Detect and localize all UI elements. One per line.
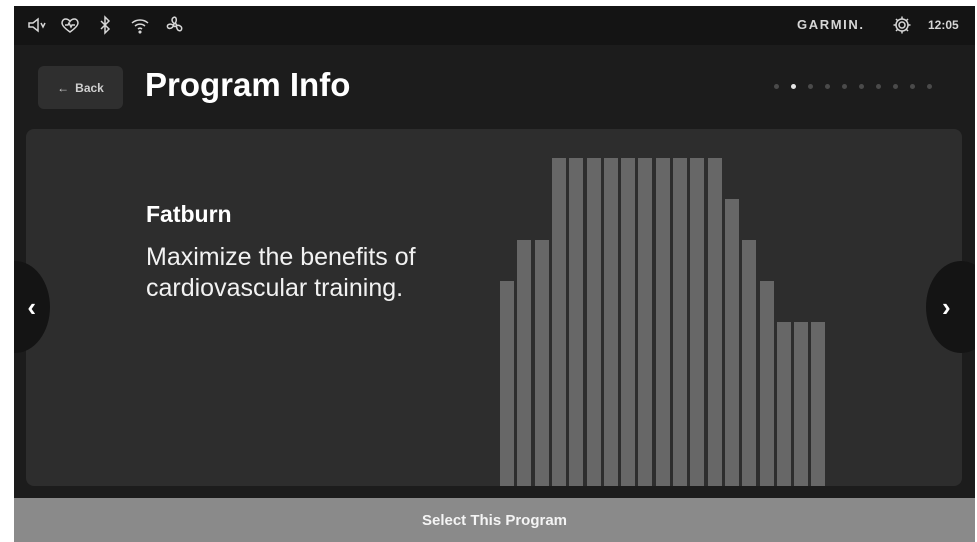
profile-bar bbox=[742, 240, 757, 486]
page-dot bbox=[910, 84, 915, 89]
app-screen: GARMIN. 12:05 ← Back Program Info Fatbur… bbox=[14, 6, 975, 542]
workout-profile-chart bbox=[26, 129, 962, 486]
profile-bar bbox=[690, 158, 705, 486]
page-dot bbox=[791, 84, 796, 89]
back-button[interactable]: ← Back bbox=[38, 66, 123, 109]
select-program-button[interactable]: Select This Program bbox=[14, 498, 975, 542]
status-bar: GARMIN. 12:05 bbox=[14, 6, 975, 45]
page-dot bbox=[774, 84, 779, 89]
clock: 12:05 bbox=[928, 18, 959, 32]
bluetooth-icon[interactable] bbox=[94, 14, 116, 36]
fan-icon[interactable] bbox=[164, 14, 186, 36]
profile-bar bbox=[655, 158, 670, 486]
page-dot bbox=[876, 84, 881, 89]
speaker-icon[interactable] bbox=[26, 14, 48, 36]
profile-bar bbox=[569, 158, 584, 486]
profile-bar bbox=[794, 322, 809, 486]
page-indicator bbox=[774, 84, 932, 89]
profile-bar bbox=[621, 158, 636, 486]
profile-bar bbox=[724, 199, 739, 486]
brand-logo: GARMIN. bbox=[797, 17, 865, 32]
profile-bar bbox=[551, 158, 566, 486]
profile-bar bbox=[811, 322, 826, 486]
profile-bar bbox=[638, 158, 653, 486]
page-dot bbox=[825, 84, 830, 89]
profile-bar bbox=[776, 322, 791, 486]
profile-bar bbox=[603, 158, 618, 486]
page-title: Program Info bbox=[145, 66, 351, 103]
profile-bar bbox=[586, 158, 601, 486]
profile-bar bbox=[534, 240, 549, 486]
page-dot bbox=[842, 84, 847, 89]
profile-bar bbox=[500, 281, 514, 486]
page-dot bbox=[859, 84, 864, 89]
profile-bar bbox=[517, 240, 532, 486]
profile-bar bbox=[759, 281, 774, 486]
page-dot bbox=[808, 84, 813, 89]
wifi-icon[interactable] bbox=[129, 14, 151, 36]
page-dot bbox=[927, 84, 932, 89]
back-label: Back bbox=[75, 80, 104, 95]
profile-bar bbox=[673, 158, 687, 486]
chevron-right-icon: › bbox=[942, 291, 951, 322]
heart-rate-icon[interactable] bbox=[59, 14, 81, 36]
chevron-left-icon: ‹ bbox=[27, 291, 36, 322]
arrow-left-icon: ← bbox=[57, 80, 70, 95]
profile-bar bbox=[707, 158, 722, 486]
gear-icon[interactable] bbox=[891, 14, 913, 36]
page-dot bbox=[893, 84, 898, 89]
program-card: Fatburn Maximize the benefits of cardiov… bbox=[26, 129, 962, 486]
